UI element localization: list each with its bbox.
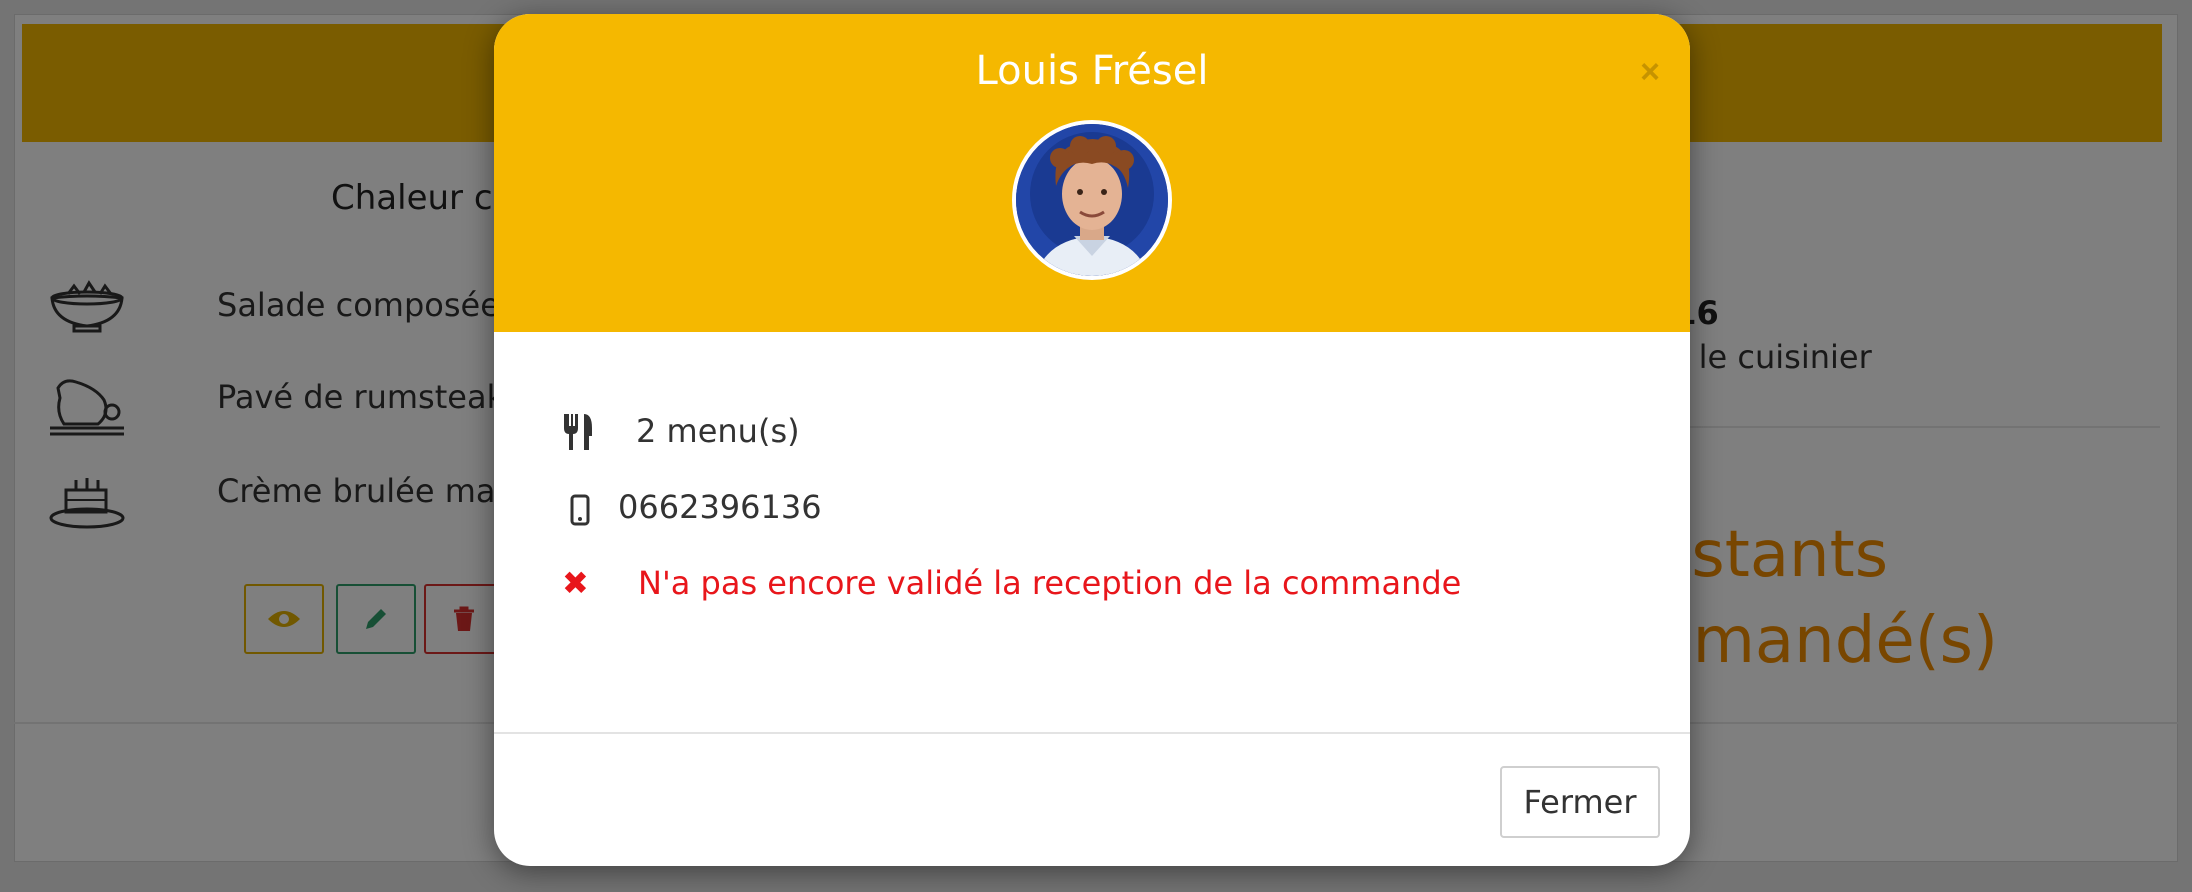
- customer-modal: Louis Frésel × 2 menu(s) 0662396136 ✖ N'…: [494, 14, 1690, 866]
- customer-photo: [1016, 124, 1168, 276]
- modal-body: 2 menu(s) 0662396136 ✖ N'a pas encore va…: [494, 332, 1690, 746]
- utensils-icon: [564, 414, 592, 450]
- reception-status: N'a pas encore validé la reception de la…: [638, 564, 1462, 602]
- avatar: [1012, 120, 1172, 280]
- customer-name: Louis Frésel: [975, 48, 1209, 94]
- status-x-icon: ✖: [562, 564, 589, 602]
- modal-header: Louis Frésel ×: [494, 14, 1690, 332]
- close-button[interactable]: Fermer: [1500, 766, 1660, 838]
- close-icon[interactable]: ×: [1632, 54, 1668, 90]
- modal-footer: Fermer: [494, 732, 1690, 866]
- mobile-phone-icon: [570, 494, 590, 526]
- phone-number: 0662396136: [618, 488, 822, 526]
- menu-count: 2 menu(s): [636, 412, 800, 450]
